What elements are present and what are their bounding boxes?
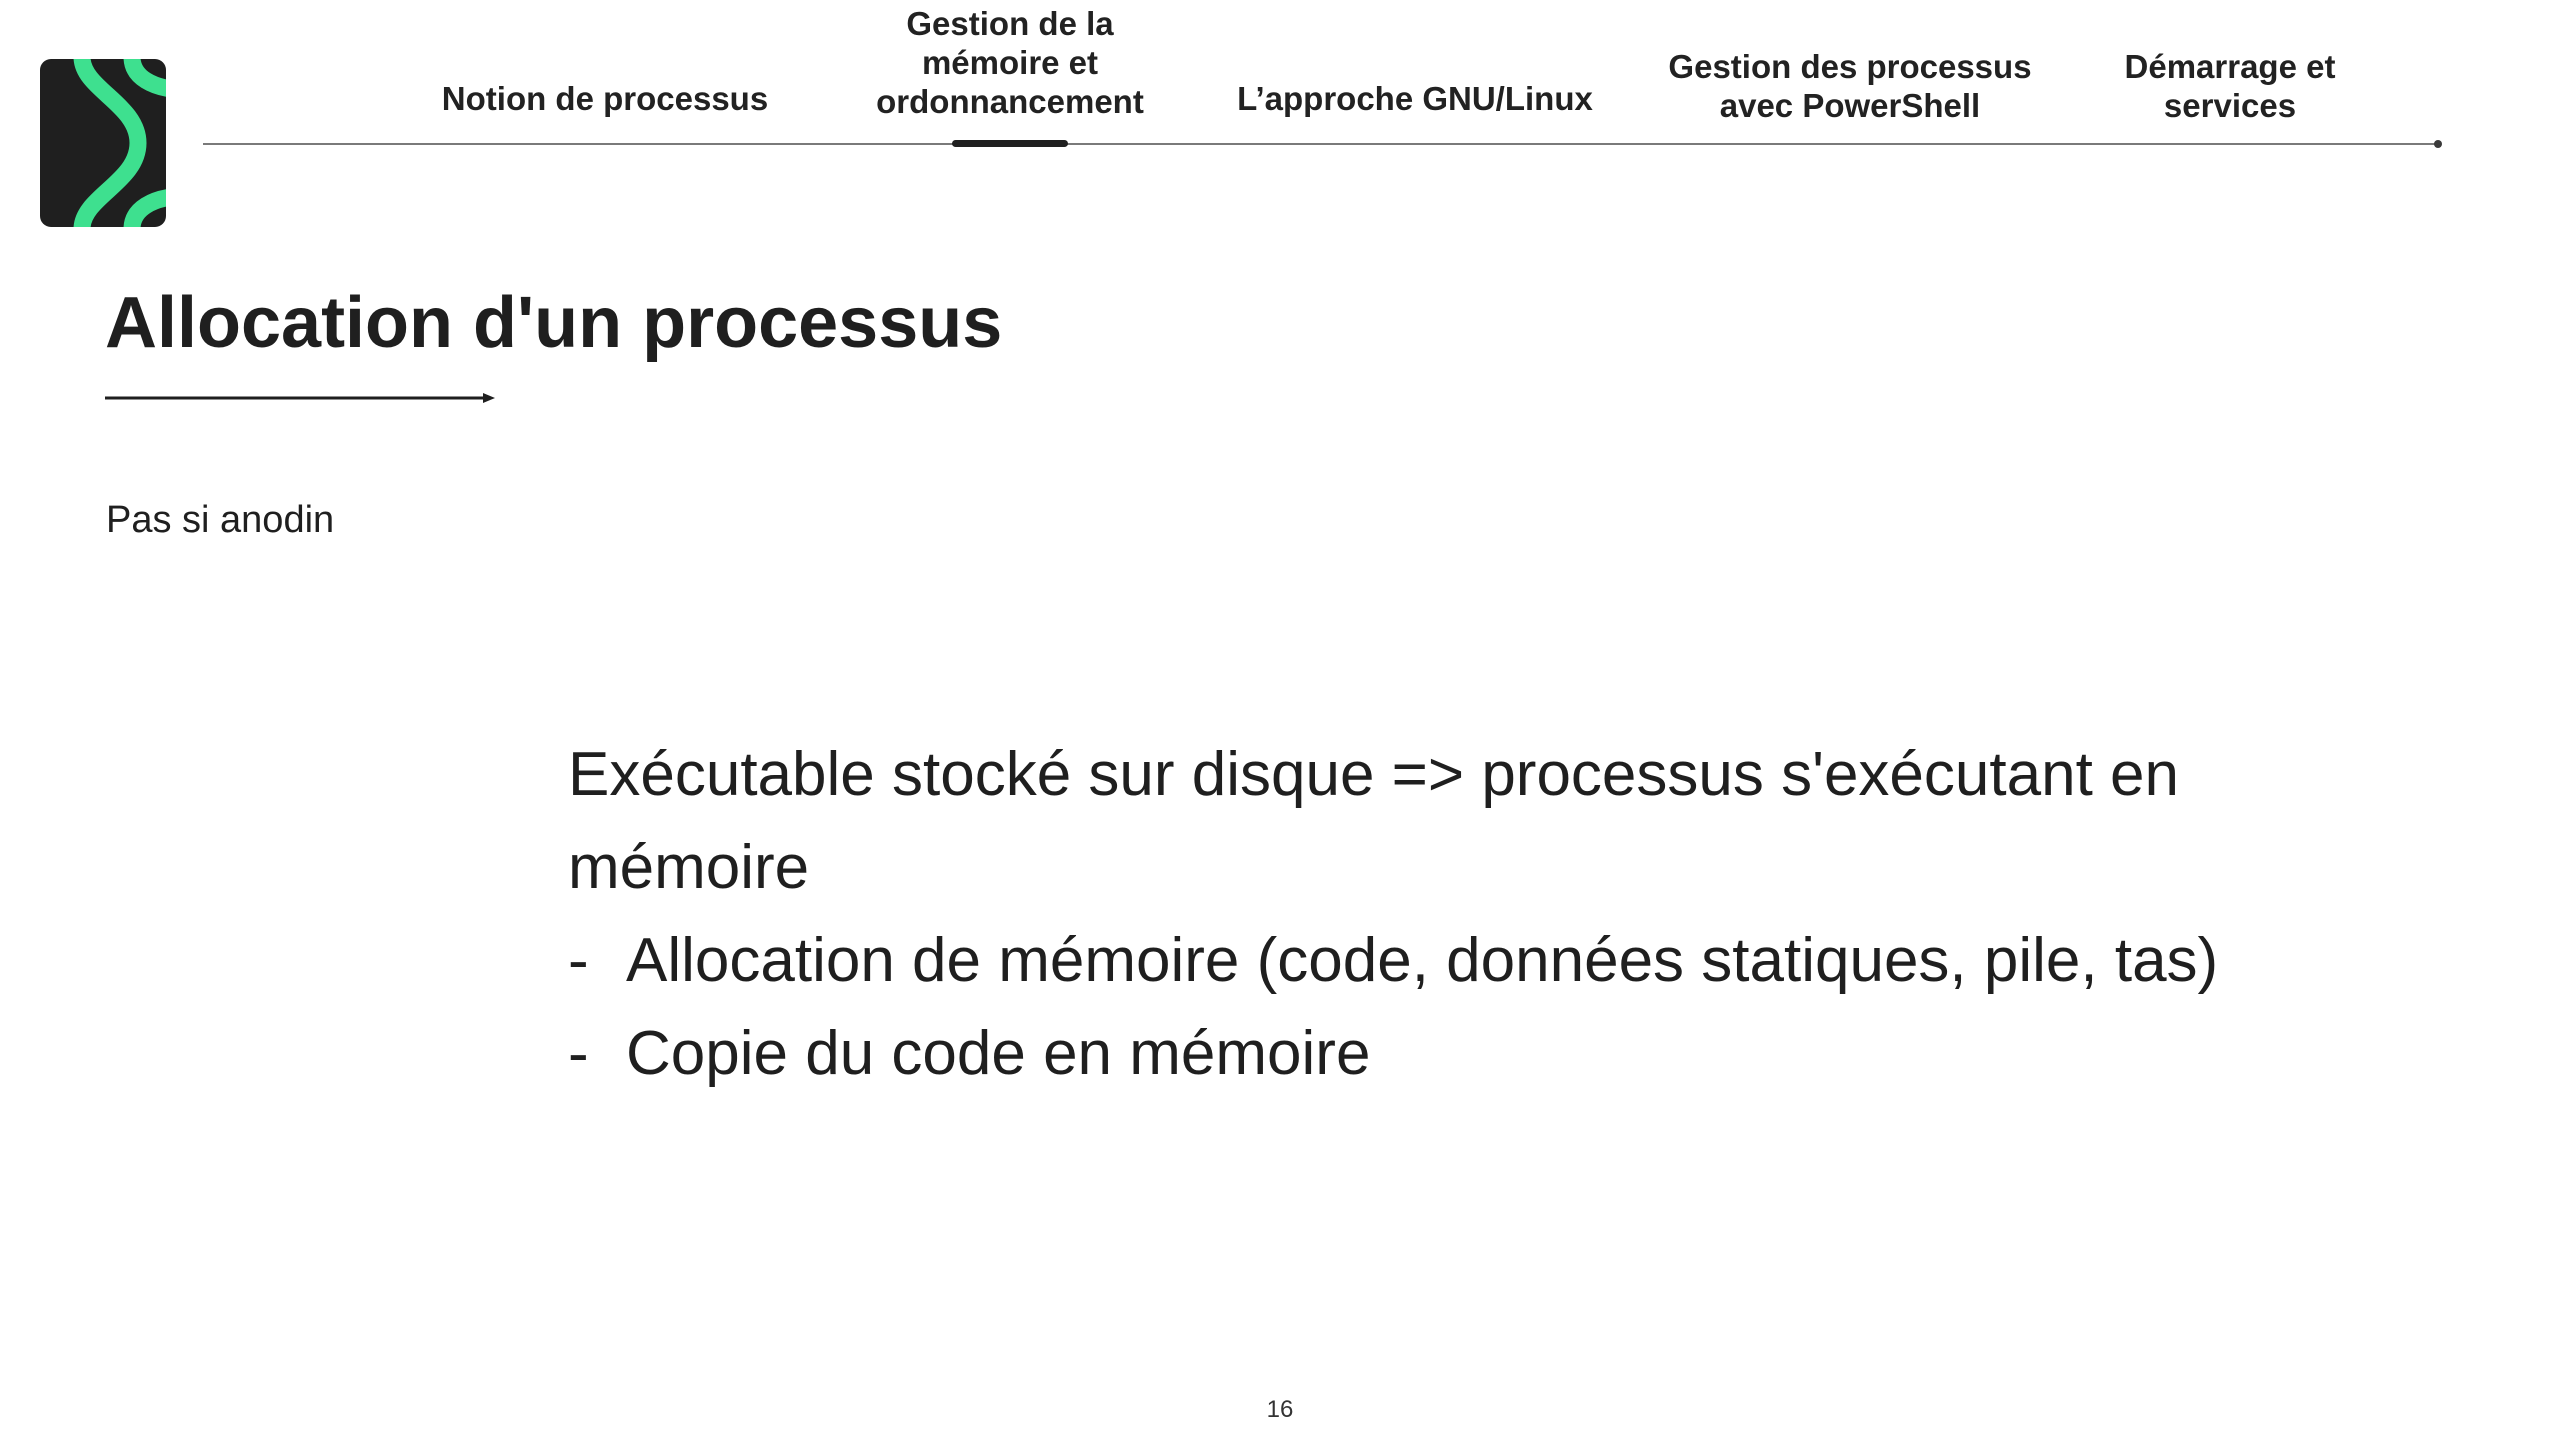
bullet-text: Copie du code en mémoire — [626, 1019, 1371, 1088]
nav-timeline-line — [203, 143, 2437, 145]
bullet-text: Allocation de mémoire (code, données sta… — [626, 926, 2219, 995]
slide: Notion de processus Gestion de la mémoir… — [0, 0, 2560, 1440]
bullet-marker: - — [568, 926, 589, 995]
list-item: - Copie du code en mémoire — [568, 1007, 2408, 1100]
list-item: - Allocation de mémoire (code, données s… — [568, 914, 2408, 1007]
nav-item-demarrage-services[interactable]: Démarrage et services — [2100, 47, 2360, 125]
nav-item-gestion-powershell[interactable]: Gestion des processus avec PowerShell — [1650, 47, 2050, 125]
lead-paragraph: Exécutable stocké sur disque => processu… — [568, 740, 2180, 902]
nav-item-gestion-memoire[interactable]: Gestion de la mémoire et ordonnancement — [840, 4, 1180, 121]
nav-timeline-end-dot — [2434, 140, 2442, 148]
bullet-marker: - — [568, 1019, 589, 1088]
nav-item-notion-de-processus[interactable]: Notion de processus — [425, 79, 785, 118]
slide-subtitle: Pas si anodin — [106, 499, 335, 541]
arrow-right-icon — [105, 393, 495, 403]
brand-logo-icon — [40, 59, 166, 227]
page-title: Allocation d'un processus — [105, 283, 1003, 363]
nav-item-approche-gnu-linux[interactable]: L’approche GNU/Linux — [1215, 79, 1615, 118]
page-number: 16 — [1266, 1396, 1294, 1423]
slide-content: Exécutable stocké sur disque => processu… — [568, 728, 2408, 1100]
nav-active-indicator — [952, 140, 1068, 147]
